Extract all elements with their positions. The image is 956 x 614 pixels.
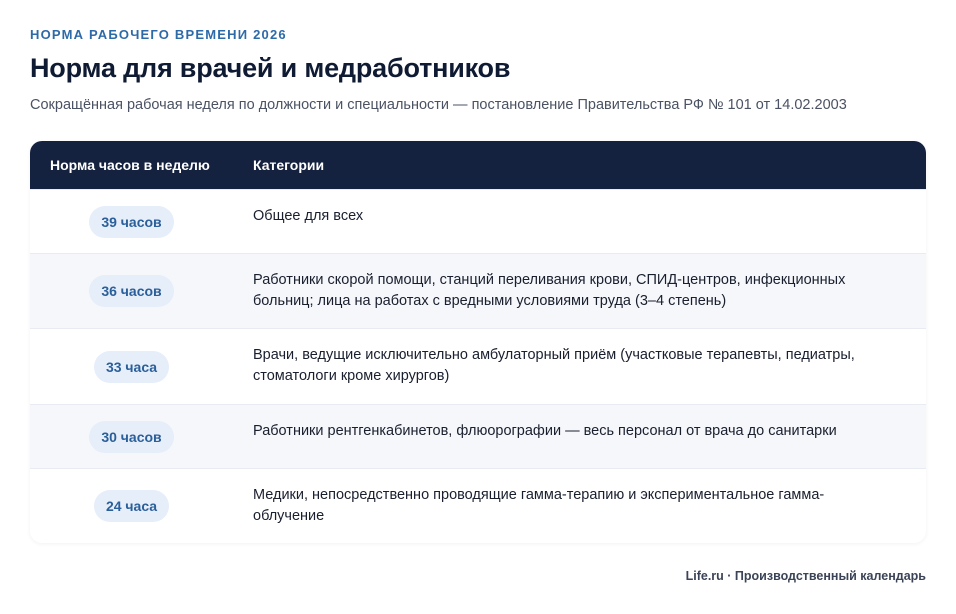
category-cell: Общее для всех — [253, 208, 364, 224]
hours-cell: 36 часов — [30, 254, 233, 328]
table-row: 36 часов Работники скорой помощи, станци… — [30, 253, 926, 328]
hours-badge: 36 часов — [89, 275, 174, 307]
hours-cell: 33 часа — [30, 329, 233, 404]
hours-cell: 24 часа — [30, 469, 233, 543]
page-subtitle: Сокращённая рабочая неделя по должности … — [30, 97, 847, 113]
hours-cell: 39 часов — [30, 190, 233, 253]
category-cell: Медики, непосредственно проводящие гамма… — [253, 487, 825, 524]
source-footer: Life.ru · Производственный календарь — [685, 569, 926, 583]
eyebrow-label: НОРМА РАБОЧЕГО ВРЕМЕНИ 2026 — [30, 27, 287, 42]
column-header-categories: Категории — [253, 157, 325, 173]
table-row: 24 часа Медики, непосредственно проводящ… — [30, 468, 926, 543]
category-cell: Работники рентгенкабинетов, флюорографии… — [253, 423, 837, 439]
category-cell: Работники скорой помощи, станций перелив… — [253, 272, 846, 309]
table-row: 33 часа Врачи, ведущие исключительно амб… — [30, 328, 926, 404]
page-title: Норма для врачей и медработников — [30, 53, 511, 83]
column-header-hours: Норма часов в неделю — [50, 157, 210, 173]
hours-badge: 24 часа — [93, 490, 170, 522]
table-row: 39 часов Общее для всех — [30, 189, 926, 253]
category-cell: Врачи, ведущие исключительно амбулаторны… — [253, 347, 855, 384]
hours-table: Норма часов в неделю Категории 39 часов … — [30, 141, 926, 543]
table-row: 30 часов Работники рентгенкабинетов, флю… — [30, 404, 926, 468]
hours-badge: 30 часов — [89, 420, 174, 453]
hours-badge: 33 часа — [93, 350, 170, 383]
table-header: Норма часов в неделю Категории — [30, 141, 926, 189]
hours-badge: 39 часов — [89, 205, 174, 238]
hours-cell: 30 часов — [30, 405, 233, 468]
